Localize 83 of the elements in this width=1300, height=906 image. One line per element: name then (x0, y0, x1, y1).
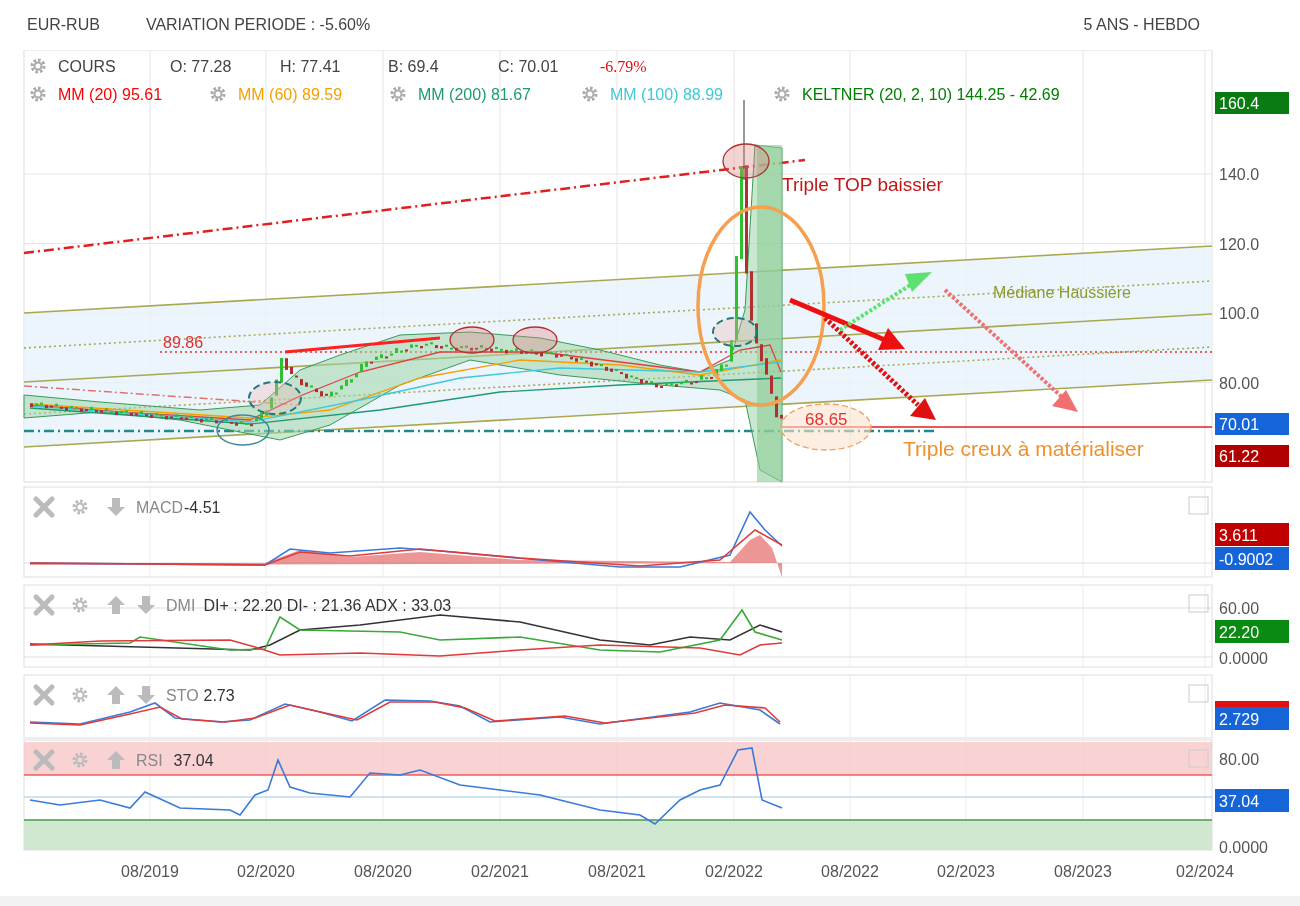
settings-icon[interactable] (72, 499, 88, 515)
settings-icon[interactable] (774, 86, 790, 102)
price-tag-text: 2.729 (1219, 711, 1260, 728)
indicator-legend: MM (60) 89.59 (238, 86, 343, 103)
period-variation: VARIATION PERIODE : -5.60% (145, 16, 371, 34)
panel-checkbox[interactable] (1188, 496, 1209, 515)
indicator-legend: MM (200) 81.67 (418, 86, 531, 103)
panel-checkbox[interactable] (1188, 594, 1209, 613)
highlight-ellipse (512, 326, 558, 354)
axis-label: 60.00 (1219, 600, 1260, 617)
indicator-legend: KELTNER (20, 2, 10) 144.25 - 42.69 (802, 86, 1060, 103)
highlight-ellipse (449, 326, 495, 354)
indicator-name: MACD (136, 499, 184, 516)
indicator-values: 37.04 (173, 752, 214, 769)
axis-label: 100.0 (1219, 305, 1260, 322)
price-tag-text: -0.9002 (1219, 551, 1274, 568)
annotation-text: Triple creux à matérialiser (903, 437, 1144, 460)
change-value: -6.79% (600, 58, 647, 75)
close-icon[interactable] (33, 496, 55, 518)
axis-label: 08/2020 (354, 863, 412, 880)
indicator-values: DI+ : 22.20 DI- : 21.36 ADX : 33.03 (203, 597, 452, 614)
axis-label: 80.00 (1219, 374, 1260, 392)
annotation-text: 68.65 (805, 410, 848, 429)
axis-label: 02/2023 (937, 863, 995, 880)
move-down-icon[interactable] (137, 596, 155, 614)
highlight-ellipse (216, 414, 270, 446)
legend-value: H: 77.41 (280, 58, 341, 75)
indicator-legend: MM (20) 95.61 (58, 86, 163, 103)
legend-value: B: 69.4 (388, 58, 439, 75)
settings-icon[interactable] (72, 752, 88, 768)
price-tag-text: 22.20 (1219, 624, 1260, 641)
highlight-ellipse (722, 143, 770, 179)
symbol-label: EUR-RUB (27, 16, 100, 34)
settings-icon[interactable] (72, 687, 88, 703)
settings-icon[interactable] (390, 86, 406, 102)
axis-label: 02/2021 (471, 863, 529, 880)
indicator-name: RSI (136, 752, 163, 769)
move-down-icon[interactable] (137, 686, 155, 704)
annotation-text: Médiane Haussière (993, 284, 1131, 301)
settings-icon[interactable] (582, 86, 598, 102)
panel-checkbox[interactable] (1188, 684, 1209, 703)
price-tag-text: 160.4 (1219, 95, 1260, 112)
close-icon[interactable] (33, 594, 55, 616)
indicator-name: STO (166, 687, 199, 704)
move-up-icon[interactable] (107, 686, 125, 704)
move-down-icon[interactable] (107, 498, 125, 516)
move-up-icon[interactable] (107, 751, 125, 769)
price-tag-text: 37.04 (1219, 793, 1260, 810)
axis-label: 80.00 (1219, 751, 1260, 768)
legend-label: COURS (58, 58, 116, 75)
axis-label: 120.0 (1219, 235, 1260, 253)
indicator-name: DMI (166, 597, 196, 614)
axis-label: 08/2022 (821, 863, 879, 880)
axis-label: 08/2023 (1054, 863, 1112, 880)
axis-label: 02/2020 (237, 863, 295, 880)
axis-label: 0.0000 (1219, 650, 1268, 667)
annotation-text: 89.86 (163, 334, 204, 351)
legend-value: C: 70.01 (498, 58, 559, 75)
settings-icon[interactable] (210, 86, 226, 102)
dashed-ellipse (248, 381, 302, 415)
legend-value: O: 77.28 (170, 58, 232, 75)
dashed-ellipse (712, 317, 758, 347)
indicator-values: 2.73 (203, 687, 235, 704)
settings-icon[interactable] (72, 597, 88, 613)
move-up-icon[interactable] (107, 596, 125, 614)
axis-label: 08/2019 (121, 863, 179, 880)
settings-icon[interactable] (30, 58, 46, 74)
indicator-legend: MM (100) 88.99 (610, 86, 723, 103)
axis-label: 02/2022 (705, 863, 763, 880)
close-icon[interactable] (33, 684, 55, 706)
axis-label: 140.0 (1219, 166, 1260, 183)
axis-label: 02/2024 (1176, 863, 1234, 880)
period-label: 5 ANS - HEBDO (1083, 16, 1200, 34)
close-icon[interactable] (33, 749, 55, 771)
price-tag-text: 70.01 (1219, 416, 1260, 433)
price-tag-text: 61.22 (1219, 448, 1260, 465)
axis-label: 0.0000 (1219, 839, 1268, 856)
annotation-text: Triple TOP baissier (782, 174, 943, 195)
price-tag-text: 3.611 (1219, 527, 1258, 544)
settings-icon[interactable] (30, 86, 46, 102)
panel-checkbox[interactable] (1188, 749, 1209, 768)
indicator-values: -4.51 (184, 499, 221, 516)
axis-label: 08/2021 (588, 863, 646, 880)
